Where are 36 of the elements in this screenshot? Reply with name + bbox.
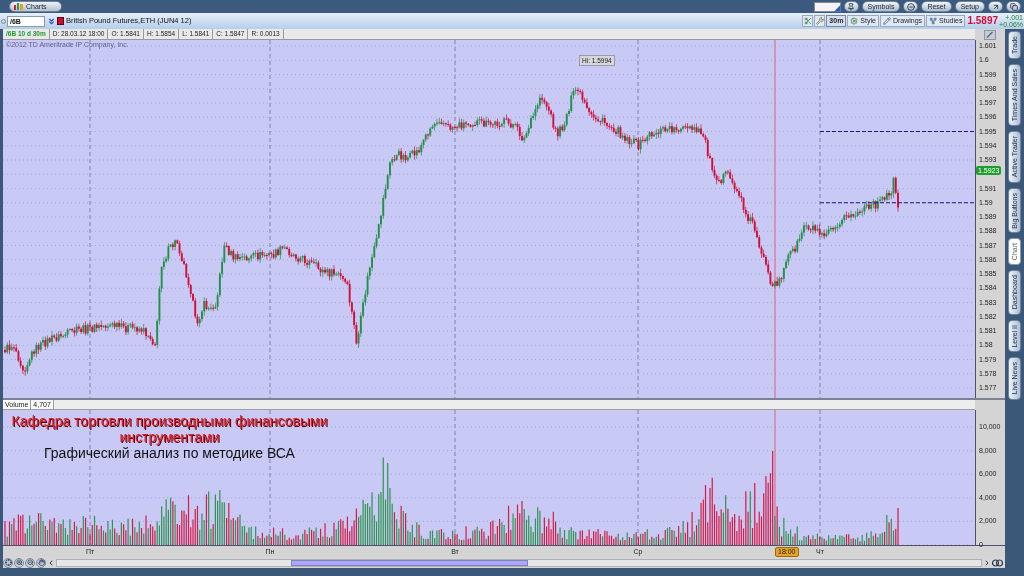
- wrench-icon: [815, 17, 824, 25]
- crosshair-button[interactable]: [3, 557, 13, 568]
- scissors-button[interactable]: [802, 15, 814, 27]
- scrollbar-thumb[interactable]: [291, 559, 528, 566]
- zoom-in-icon: [15, 559, 23, 566]
- layout-box-icon: [813, 1, 841, 12]
- last-price: 1.5897: [967, 15, 999, 27]
- scroll-left-icon[interactable]: [47, 558, 55, 567]
- crosshair-icon: [4, 559, 12, 566]
- scroll-right-icon[interactable]: [983, 558, 991, 567]
- overlay-subtitle: Графический анализ по методике ВСА: [44, 445, 295, 462]
- circle-icon: [1, 18, 6, 24]
- overlay-title: Кафедра торговли производными финансовыми инструментами: [10, 413, 329, 445]
- window-icon: [1009, 2, 1018, 11]
- minus-button[interactable]: [903, 1, 919, 12]
- double-ring-icon[interactable]: [992, 558, 1003, 567]
- chart-icon: [14, 3, 23, 10]
- color-swatch-icon: [57, 17, 64, 25]
- pin-button[interactable]: [843, 1, 859, 12]
- hand-icon: [37, 559, 45, 566]
- zoom-out-icon: [26, 559, 34, 566]
- wrench-button[interactable]: [814, 15, 826, 27]
- minus-icon: [906, 2, 915, 11]
- zoom-out-button[interactable]: [25, 557, 35, 568]
- pencil-icon: [882, 17, 891, 25]
- gear-icon: [850, 17, 859, 25]
- detach-button[interactable]: [1006, 1, 1021, 12]
- edit-tile-icon[interactable]: [984, 29, 996, 40]
- pan-button[interactable]: [36, 557, 46, 568]
- diagonal-arrow-icon: [991, 2, 1000, 11]
- expand-button[interactable]: [988, 1, 1003, 12]
- scissors-icon: [803, 17, 812, 25]
- fork-icon: [929, 17, 938, 25]
- double-chevron-icon[interactable]: [47, 16, 56, 26]
- pin-icon: [847, 2, 856, 11]
- zoom-in-button[interactable]: [14, 557, 24, 568]
